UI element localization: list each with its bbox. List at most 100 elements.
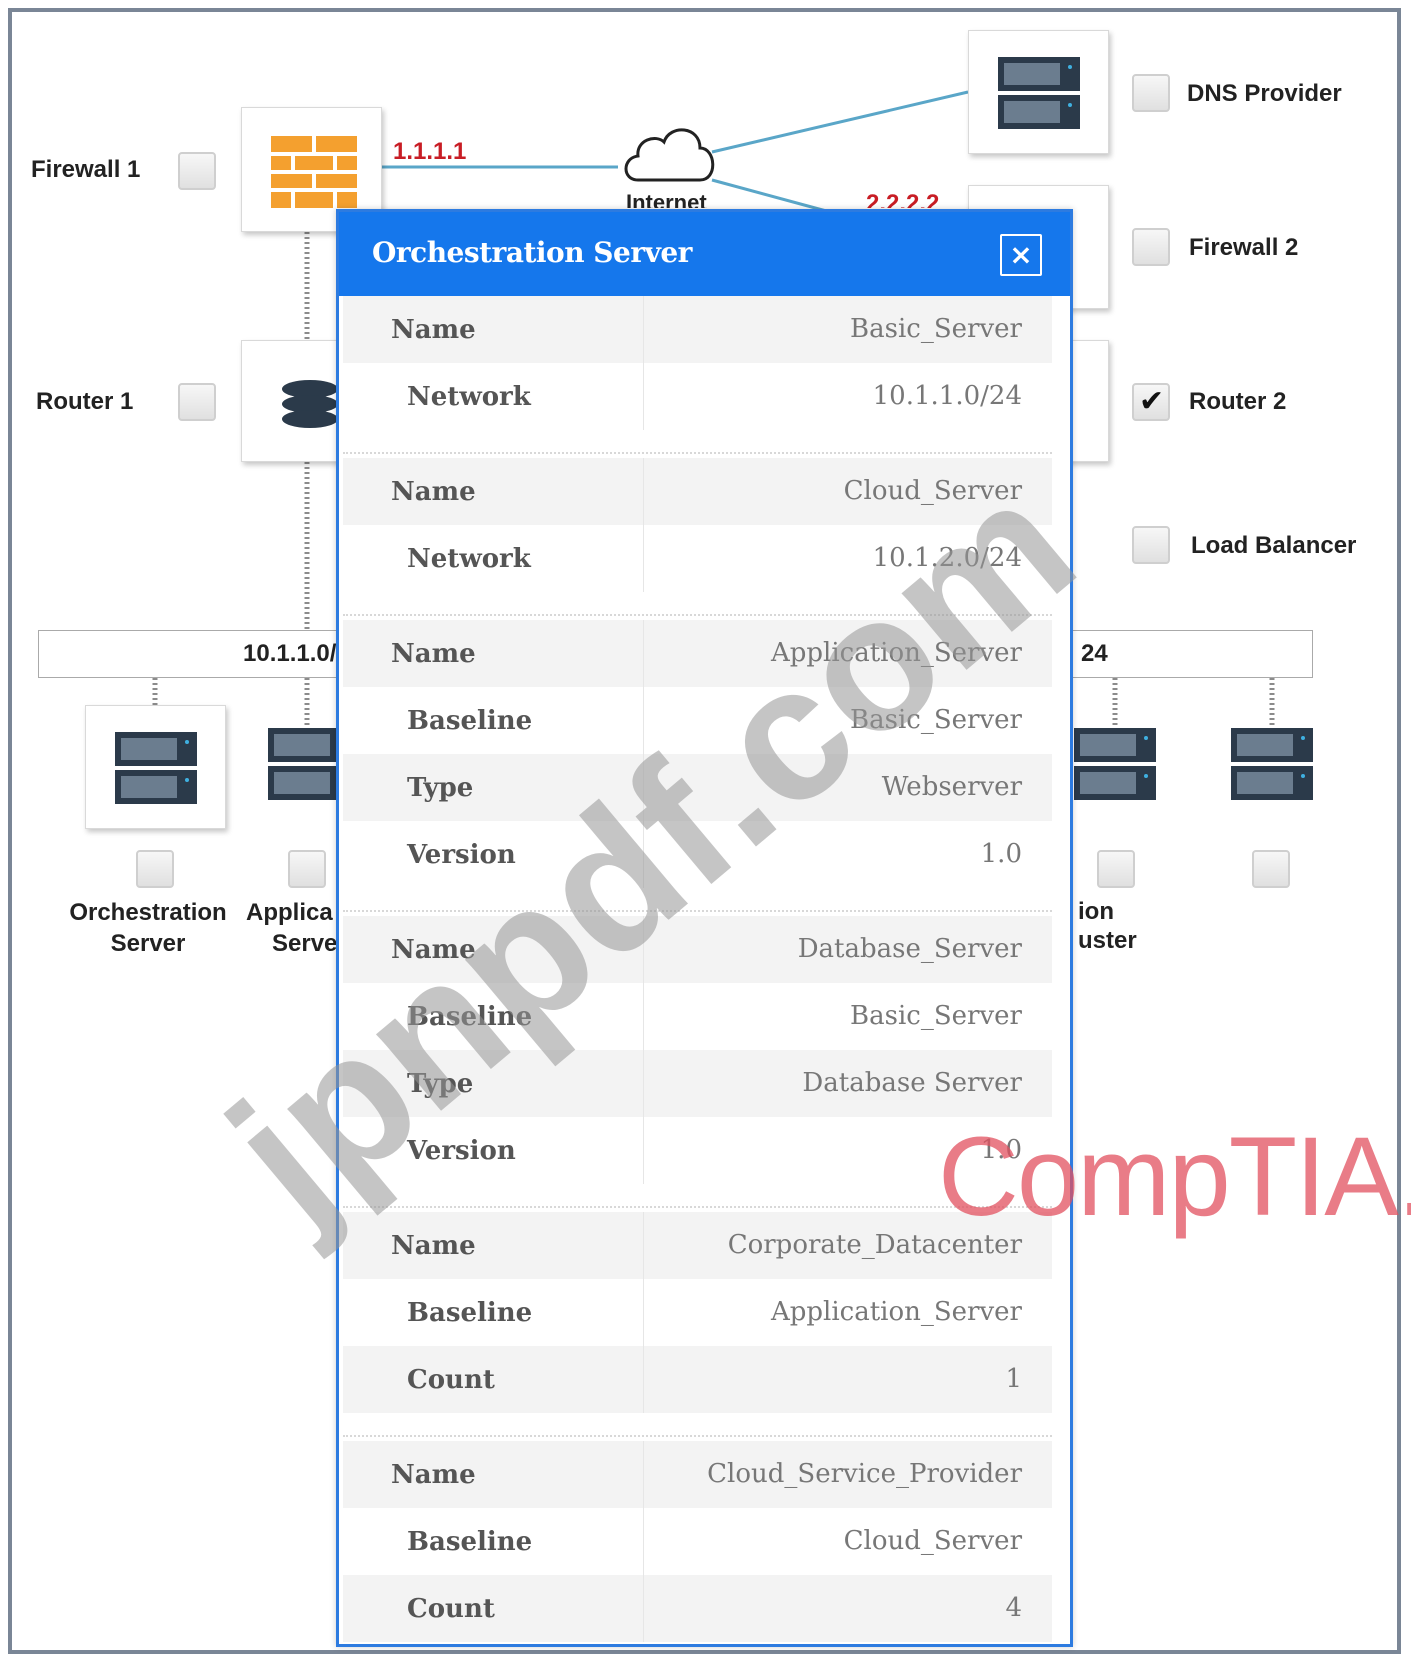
property-key: Baseline — [407, 1526, 533, 1557]
property-key: Type — [407, 772, 474, 803]
firewall2-label: Firewall 2 — [1189, 234, 1299, 261]
right-server-a-label-line1: ion — [1078, 898, 1114, 925]
property-key: Baseline — [407, 1297, 533, 1328]
property-row: Version 1.0 — [343, 821, 1052, 888]
property-value: Database_Server — [643, 916, 1052, 983]
right-server-a-checkbox[interactable] — [1097, 850, 1135, 888]
property-value: 1.0 — [643, 821, 1052, 888]
dialog-group: Name Cloud_Server Network 10.1.2.0/24 — [343, 452, 1052, 592]
property-value: Webserver — [643, 754, 1052, 821]
orchestration-server-checkbox[interactable] — [136, 850, 174, 888]
router1-label: Router 1 — [36, 388, 134, 415]
orchestration-server-node[interactable] — [85, 705, 226, 829]
property-row: Name Database_Server — [343, 916, 1052, 983]
line-internet-dns — [711, 90, 969, 154]
property-row: Baseline Basic_Server — [343, 687, 1052, 754]
property-row: Network 10.1.2.0/24 — [343, 525, 1052, 592]
dialog-group: Name Basic_Server Network 10.1.1.0/24 — [343, 296, 1052, 430]
property-key: Version — [407, 839, 516, 870]
property-value: Cloud_Service_Provider — [643, 1441, 1052, 1508]
property-key: Name — [391, 1459, 476, 1490]
property-row: Name Basic_Server — [343, 296, 1052, 363]
orchestration-server-label-line2: Server — [110, 930, 186, 957]
router2-checkbox[interactable] — [1132, 383, 1170, 421]
property-key: Count — [407, 1593, 495, 1624]
right-server-a-label-line2: uster — [1078, 927, 1137, 954]
subnet-right-label: 24 — [1081, 640, 1108, 667]
property-value: Cloud_Server — [643, 458, 1052, 525]
property-value: Cloud_Server — [643, 1508, 1052, 1575]
property-key: Name — [391, 1230, 476, 1261]
property-value: 4 — [643, 1575, 1052, 1642]
property-row: Type Database Server — [343, 1050, 1052, 1117]
load-balancer-label: Load Balancer — [1191, 532, 1357, 559]
load-balancer-checkbox[interactable] — [1132, 526, 1170, 564]
dialog-title: Orchestration Server — [372, 236, 692, 269]
router2-label: Router 2 — [1189, 388, 1287, 415]
router1-checkbox[interactable] — [178, 383, 216, 421]
property-row: Name Cloud_Service_Provider — [343, 1441, 1052, 1508]
property-key: Name — [391, 476, 476, 507]
close-button[interactable]: × — [1000, 234, 1042, 276]
internet-label: Internet — [626, 190, 707, 208]
dns-provider-label: DNS Provider — [1187, 80, 1342, 107]
property-key: Count — [407, 1364, 495, 1395]
property-key: Baseline — [407, 705, 533, 736]
server-icon — [115, 732, 197, 804]
orchestration-server-dialog: Orchestration Server × Name Basic_Server N… — [336, 209, 1073, 1647]
property-value: 10.1.2.0/24 — [643, 525, 1052, 592]
dialog-group: Name Cloud_Service_Provider Baseline Cloud_… — [343, 1435, 1052, 1642]
router-icon — [282, 380, 338, 428]
dialog-header: Orchestration Server × — [339, 212, 1070, 296]
property-value: Application_Server — [643, 1279, 1052, 1346]
dns-provider-node[interactable] — [968, 30, 1109, 154]
firewall1-ip: 1.1.1.1 — [393, 138, 467, 165]
orchestration-server-label: Orchestration Server — [62, 897, 234, 959]
firewall2-checkbox[interactable] — [1132, 228, 1170, 266]
dialog-body: Name Basic_Server Network 10.1.1.0/24 Name Cl… — [339, 296, 1070, 1642]
dialog-group: Name Application_Server Baseline Basic_Serv… — [343, 614, 1052, 888]
server-icon[interactable] — [1074, 728, 1156, 800]
subnet-left-bar: 10.1.1.0/ — [38, 630, 358, 678]
property-key: Version — [407, 1135, 516, 1166]
property-key: Type — [407, 1068, 474, 1099]
close-icon: × — [1009, 238, 1033, 271]
right-server-a-label: ion uster — [1078, 897, 1137, 955]
property-value: Basic_Server — [643, 296, 1052, 363]
property-row: Name Cloud_Server — [343, 458, 1052, 525]
property-value: 1 — [643, 1346, 1052, 1413]
property-key: Name — [391, 934, 476, 965]
firewall1-checkbox[interactable] — [178, 152, 216, 190]
firewall2-ip: 2.2.2.2 — [866, 190, 940, 208]
internet-cloud-icon[interactable] — [620, 118, 720, 190]
application-server-checkbox[interactable] — [288, 850, 326, 888]
property-value: Basic_Server — [643, 983, 1052, 1050]
subnet-right-bar: 24 — [1060, 630, 1313, 678]
property-row: Baseline Cloud_Server — [343, 1508, 1052, 1575]
dns-provider-checkbox[interactable] — [1132, 74, 1170, 112]
property-value: Application_Server — [643, 620, 1052, 687]
server-icon[interactable] — [1231, 728, 1313, 800]
orchestration-server-label-line1: Orchestration — [69, 899, 227, 926]
server-icon — [998, 57, 1080, 129]
firewall1-label: Firewall 1 — [31, 156, 141, 183]
property-key: Name — [391, 314, 476, 345]
property-row: Type Webserver — [343, 754, 1052, 821]
property-value: Database Server — [643, 1050, 1052, 1117]
comptia-logo: CompTIA. — [938, 1114, 1411, 1239]
property-key: Name — [391, 638, 476, 669]
property-value: Basic_Server — [643, 687, 1052, 754]
property-key: Baseline — [407, 1001, 533, 1032]
property-row: Baseline Application_Server — [343, 1279, 1052, 1346]
property-key: Network — [407, 381, 531, 412]
property-row: Baseline Basic_Server — [343, 983, 1052, 1050]
line-internet-firewall2 — [711, 178, 831, 214]
property-row: Name Application_Server — [343, 620, 1052, 687]
firewall-icon — [271, 136, 357, 208]
property-value: 10.1.1.0/24 — [643, 363, 1052, 430]
property-row: Count 4 — [343, 1575, 1052, 1642]
subnet-left-label: 10.1.1.0/ — [243, 640, 337, 667]
property-key: Network — [407, 543, 531, 574]
right-server-b-checkbox[interactable] — [1252, 850, 1290, 888]
property-row: Network 10.1.1.0/24 — [343, 363, 1052, 430]
